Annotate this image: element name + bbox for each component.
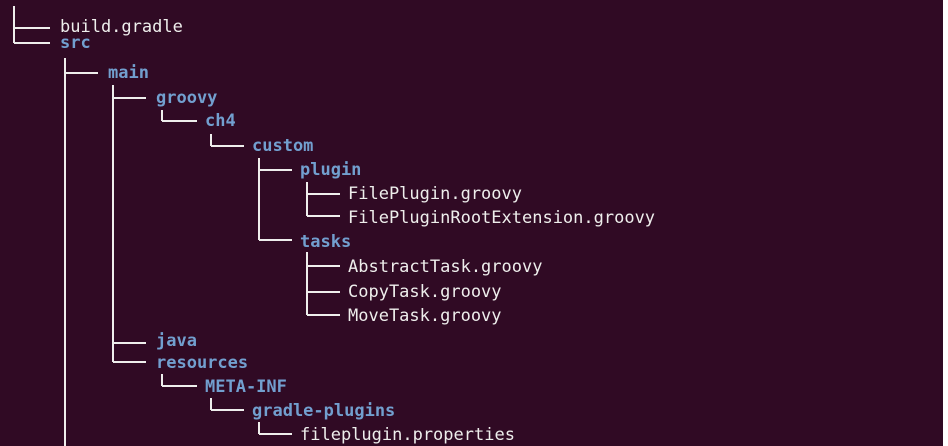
tree-entry-file: AbstractTask.groovy: [348, 257, 543, 277]
tree-entry-directory: plugin: [300, 160, 362, 180]
tree-entry-file: fileplugin.properties: [300, 425, 515, 445]
tree-entry-directory: java: [156, 331, 197, 351]
tree-entry-directory: groovy: [156, 88, 218, 108]
tree-entry-file: FilePluginRootExtension.groovy: [348, 208, 656, 228]
tree-entry-directory: src: [60, 33, 91, 53]
tree-entry-directory: tasks: [300, 232, 352, 252]
tree-entry-file: FilePlugin.groovy: [348, 184, 522, 204]
tree-entry-directory: ch4: [205, 111, 236, 131]
tree-entry-directory: gradle-plugins: [252, 401, 396, 421]
tree-entry-directory: resources: [156, 353, 249, 373]
tree-entry-file: CopyTask.groovy: [348, 282, 502, 302]
tree-entry-directory: custom: [252, 136, 314, 156]
tree-entry-directory: META-INF: [205, 377, 287, 397]
tree-entry-file: MoveTask.groovy: [348, 306, 502, 326]
terminal-window: build.gradle src main groovy ch4 custom …: [0, 0, 943, 446]
tree-entry-directory: main: [108, 63, 149, 83]
